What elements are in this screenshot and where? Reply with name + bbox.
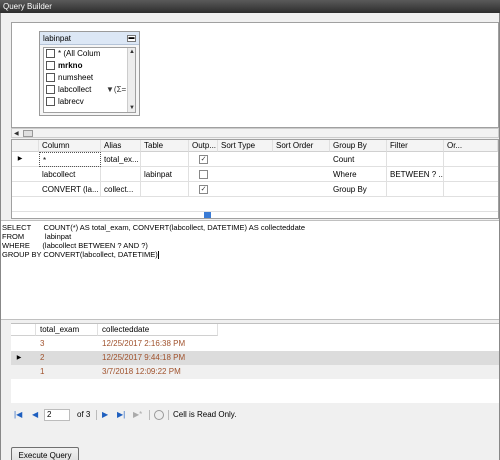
page-count-label: of 3 — [77, 410, 91, 419]
output-checkbox[interactable] — [199, 185, 208, 194]
table-name: labinpat — [43, 34, 72, 43]
window-title: Query Builder — [0, 0, 500, 13]
cell-collecteddate[interactable]: 12/25/2017 9:44:18 PM — [98, 351, 185, 365]
grid-header-sort-order[interactable]: Sort Order — [273, 140, 330, 152]
first-record-icon[interactable]: |◀ — [14, 408, 22, 422]
new-row-marker-icon — [204, 212, 211, 218]
cell-table[interactable]: labinpat — [141, 167, 189, 182]
column-item-labcollect[interactable]: labcollect ▼(Σ= — [44, 84, 135, 96]
sql-line: WHERE (labcollect BETWEEN ? AND ?) — [2, 241, 148, 250]
results-corner-header — [11, 324, 36, 336]
cell-group-by[interactable]: Group By — [330, 182, 387, 197]
status-text: Cell is Read Only. — [173, 410, 237, 419]
cell-filter[interactable] — [387, 152, 444, 167]
diagram-horizontal-scrollbar[interactable]: ◀ — [11, 128, 499, 138]
cell-table[interactable] — [141, 152, 189, 167]
cell-collecteddate[interactable]: 12/25/2017 2:16:38 PM — [98, 337, 185, 351]
results-row[interactable]: 1 3/7/2018 12:09:22 PM — [11, 365, 499, 379]
scroll-up-icon[interactable]: ▲ — [128, 48, 135, 56]
column-label: mrkno — [58, 61, 83, 70]
grid-header-group-by[interactable]: Group By — [330, 140, 387, 152]
cell-total-exam[interactable]: 2 — [36, 351, 44, 365]
column-checkbox[interactable] — [46, 85, 55, 94]
record-navigator: |◀ ◀ 2 of 3 ▶ ▶| ▶* Cell is Read Only. — [11, 408, 311, 422]
next-record-icon[interactable]: ▶ — [102, 408, 108, 422]
results-header-total-exam[interactable]: total_exam — [36, 324, 98, 336]
stop-icon[interactable] — [154, 410, 164, 420]
column-label: labrecv — [58, 97, 84, 106]
criteria-row[interactable]: CONVERT (la... collect... Group By — [12, 182, 498, 197]
cell-total-exam[interactable]: 3 — [36, 337, 44, 351]
column-label: labcollect — [58, 85, 92, 94]
column-checkbox[interactable] — [46, 73, 55, 82]
column-label: * (All Colum — [58, 49, 101, 58]
cell-column[interactable]: labcollect — [39, 167, 101, 182]
cell-total-exam[interactable]: 1 — [36, 365, 44, 379]
sql-editor[interactable]: SELECT COUNT(*) AS total_exam, CONVERT(l… — [1, 220, 499, 320]
collapse-icon[interactable]: ▬ — [127, 35, 136, 42]
cell-alias[interactable] — [101, 167, 141, 182]
sql-line: FROM labinpat — [2, 232, 72, 241]
execute-query-button[interactable]: Execute Query — [11, 447, 79, 460]
diagram-pane[interactable]: labinpat ▬ * (All Colum mrkno numsheet l… — [11, 22, 499, 128]
column-checkbox[interactable] — [46, 97, 55, 106]
criteria-row[interactable]: ▶ * total_ex... Count — [12, 152, 498, 167]
output-checkbox[interactable] — [199, 155, 208, 164]
cell-group-by[interactable]: Where — [330, 167, 387, 182]
grid-header-alias[interactable]: Alias — [101, 140, 141, 152]
previous-record-icon[interactable]: ◀ — [32, 408, 38, 422]
criteria-row[interactable]: labcollect labinpat Where BETWEEN ? ... — [12, 167, 498, 182]
cell-group-by[interactable]: Count — [330, 152, 387, 167]
separator — [149, 410, 150, 420]
separator — [168, 410, 169, 420]
sql-line: GROUP BY CONVERT(labcollect, DATETIME) — [2, 250, 158, 259]
column-checkbox[interactable] — [46, 49, 55, 58]
cell-column[interactable]: CONVERT (la... — [39, 182, 101, 197]
column-item-numsheet[interactable]: numsheet — [44, 72, 135, 84]
criteria-grid[interactable]: Column Alias Table Outp... Sort Type Sor… — [11, 139, 499, 219]
grid-header-column[interactable]: Column — [39, 140, 101, 152]
page-number-input[interactable]: 2 — [44, 409, 70, 421]
table-column-list[interactable]: * (All Colum mrkno numsheet labcollect ▼… — [43, 47, 136, 113]
separator — [96, 410, 97, 420]
column-checkbox[interactable] — [46, 61, 55, 70]
cell-alias[interactable]: total_ex... — [101, 152, 141, 167]
query-builder-frame: labinpat ▬ * (All Colum mrkno numsheet l… — [0, 13, 500, 460]
criteria-row-new[interactable] — [12, 197, 498, 212]
cell-column[interactable]: * — [39, 152, 101, 167]
column-list-scrollbar[interactable]: ▲ ▼ — [127, 48, 135, 112]
results-row[interactable]: 3 12/25/2017 2:16:38 PM — [11, 337, 499, 351]
column-label: numsheet — [58, 73, 94, 82]
cell-collecteddate[interactable]: 3/7/2018 12:09:22 PM — [98, 365, 181, 379]
filter-groupby-icon: ▼(Σ= — [106, 85, 127, 94]
column-item-labrecv[interactable]: labrecv — [44, 96, 135, 108]
results-grid[interactable]: total_exam collecteddate 3 12/25/2017 2:… — [11, 323, 499, 403]
scroll-left-icon[interactable]: ◀ — [14, 130, 19, 137]
grid-header-table[interactable]: Table — [141, 140, 189, 152]
cell-table[interactable] — [141, 182, 189, 197]
grid-header-output[interactable]: Outp... — [189, 140, 218, 152]
new-record-icon[interactable]: ▶* — [133, 408, 142, 422]
results-header-collecteddate[interactable]: collecteddate — [98, 324, 218, 336]
cell-alias[interactable]: collect... — [101, 182, 141, 197]
table-box-labinpat[interactable]: labinpat ▬ * (All Colum mrkno numsheet l… — [39, 31, 140, 116]
grid-header-sort-type[interactable]: Sort Type — [218, 140, 273, 152]
sql-line: SELECT COUNT(*) AS total_exam, CONVERT(l… — [2, 223, 306, 232]
output-checkbox[interactable] — [199, 170, 208, 179]
current-row-icon: ▶ — [16, 355, 22, 361]
results-row[interactable]: ▶ 2 12/25/2017 9:44:18 PM — [11, 351, 499, 365]
grid-header-or[interactable]: Or... — [444, 140, 498, 152]
column-item-mrkno[interactable]: mrkno — [44, 60, 135, 72]
current-row-icon: ▶ — [17, 156, 23, 162]
cell-filter[interactable]: BETWEEN ? ... — [387, 167, 444, 182]
cell-filter[interactable] — [387, 182, 444, 197]
text-cursor — [157, 251, 159, 260]
scroll-thumb[interactable] — [23, 130, 33, 137]
column-item-all[interactable]: * (All Colum — [44, 48, 135, 60]
grid-corner-header — [12, 140, 39, 152]
last-record-icon[interactable]: ▶| — [117, 408, 125, 422]
table-box-title[interactable]: labinpat ▬ — [40, 32, 139, 45]
grid-header-filter[interactable]: Filter — [387, 140, 444, 152]
scroll-down-icon[interactable]: ▼ — [128, 104, 135, 112]
